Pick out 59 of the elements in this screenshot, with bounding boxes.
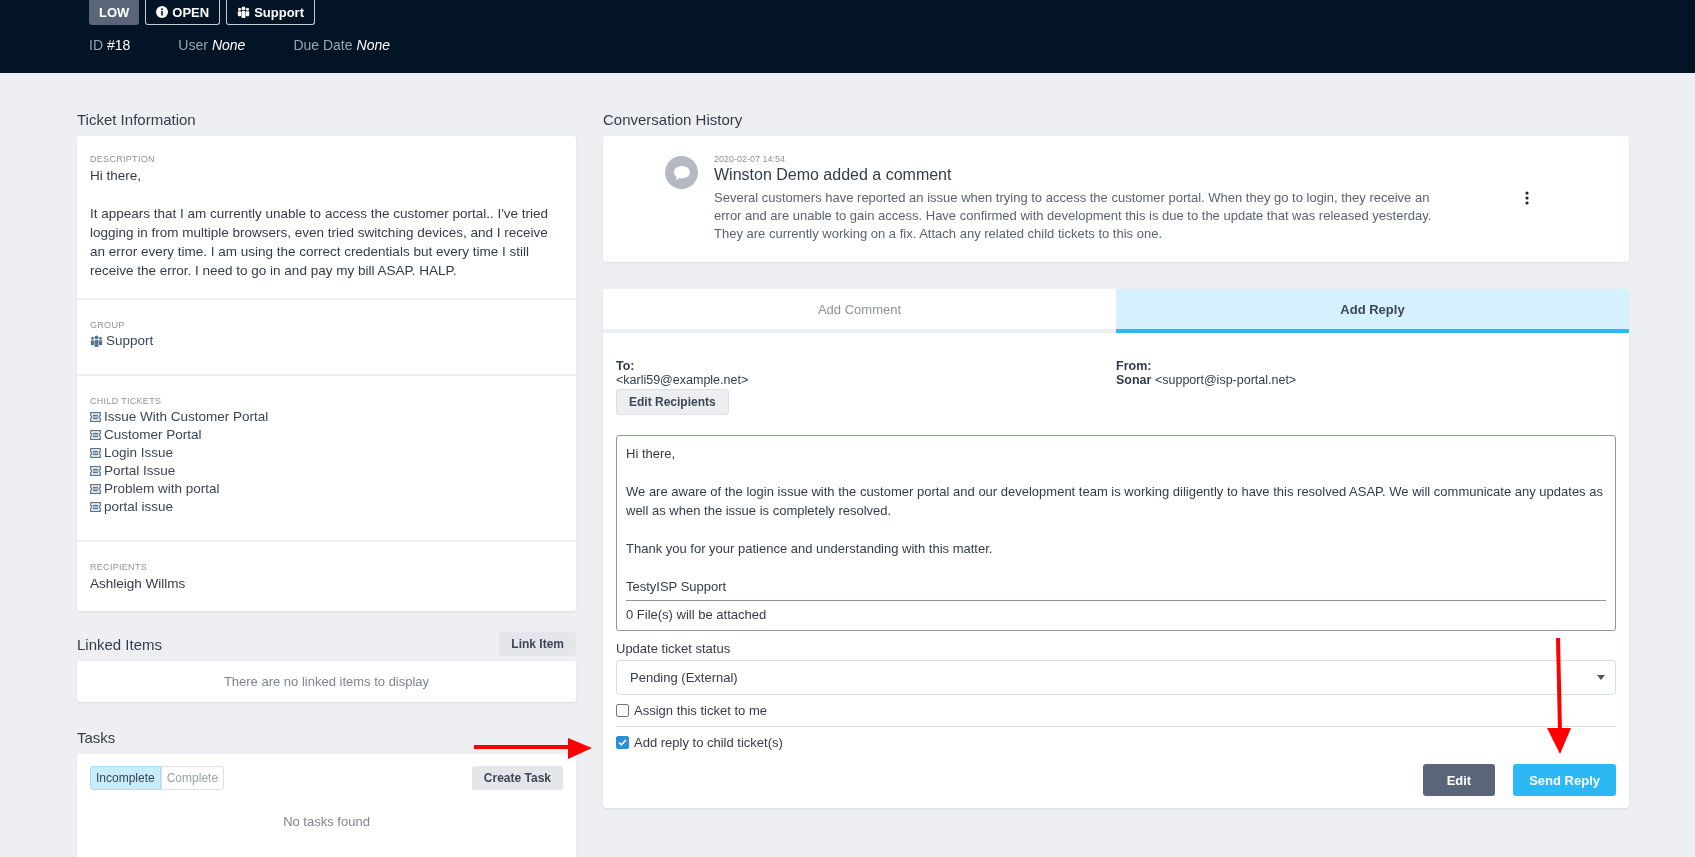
recipient-name: Ashleigh Willms bbox=[90, 575, 187, 593]
comment-title: Winston Demo added a comment bbox=[714, 166, 953, 184]
child-ticket-link[interactable]: portal issue bbox=[104, 498, 174, 516]
ticket-icon bbox=[90, 484, 101, 494]
group-icon bbox=[90, 335, 103, 347]
group-badge: Support bbox=[226, 0, 315, 25]
checkbox-label: Add reply to child ticket(s) bbox=[634, 735, 783, 750]
group-icon bbox=[237, 6, 251, 18]
status-label: Update ticket status bbox=[616, 641, 732, 656]
section-title: Conversation History bbox=[603, 110, 743, 128]
to-address: <karli59@example.net> bbox=[616, 373, 750, 387]
field-label: RECIPIENTS bbox=[90, 562, 148, 572]
child-ticket-link[interactable]: Issue With Customer Portal bbox=[104, 408, 269, 426]
child-ticket-link[interactable]: Customer Portal bbox=[104, 426, 202, 444]
task-filter-tab[interactable]: Incomplete bbox=[90, 766, 161, 790]
info-icon bbox=[156, 6, 169, 18]
ticket-icon bbox=[90, 502, 101, 512]
comment-time: 2020-02-07 14:54 bbox=[714, 154, 787, 164]
from-label: From: bbox=[1116, 359, 1153, 373]
group-name: Support bbox=[106, 332, 154, 350]
description-text: Hi there, It appears that I am currently unable to access the customer portal.. I've tried logging in from multiple browsers, even tried switching devices, and I receive an error every time. I am using the correct credentials but every time I still receive the error. I need to go in and pay my bill ASAP. HALP. bbox=[90, 167, 550, 280]
attachment-note: 0 File(s) will be attached bbox=[626, 606, 768, 622]
child-ticket-link[interactable]: Portal Issue bbox=[104, 462, 176, 480]
child-ticket-link[interactable]: Problem with portal bbox=[104, 480, 220, 498]
to-label: To: bbox=[616, 359, 636, 373]
reply-tab[interactable]: Add Reply bbox=[1116, 289, 1629, 333]
edit-button[interactable]: Edit bbox=[1422, 764, 1496, 796]
section-title: Tasks bbox=[77, 728, 116, 746]
status-badge: OPEN bbox=[145, 0, 221, 25]
field-label: DESCRIPTION bbox=[90, 154, 156, 164]
meta-field: User None bbox=[178, 37, 246, 53]
field-label: GROUP bbox=[90, 320, 126, 330]
ticket-icon bbox=[90, 466, 101, 476]
meta-field: Due Date None bbox=[293, 37, 390, 53]
create-task-button[interactable]: Create Task bbox=[471, 766, 563, 790]
meta-field: ID #18 bbox=[89, 37, 131, 53]
message-text: Hi there, We are aware of the login issue with the customer portal and our development team is working diligently to have this resolved ASAP. We will communicate any updates as well as when the issue is completely resolved. Thank you for your patience and understanding with this matter. TestyISP Support bbox=[626, 444, 1606, 601]
child-ticket-link[interactable]: Login Issue bbox=[104, 444, 174, 462]
from-address: Sonar <support@isp-portal.net> bbox=[1116, 373, 1298, 387]
empty-message: No tasks found bbox=[282, 813, 371, 831]
more-options-icon[interactable] bbox=[1523, 189, 1531, 207]
comment-text: Several customers have reported an issue when trying to access the customer portal. When they go to login, they receive an error and are unable to gain access. Have confirmed with development this is due to the update that was released yesterday. They are currently working on a fix. Attach any related child tickets to this one. bbox=[714, 189, 1433, 243]
message-field[interactable] bbox=[616, 435, 1616, 631]
comment-avatar-icon bbox=[665, 156, 698, 189]
checkbox-label: Assign this ticket to me bbox=[634, 703, 767, 718]
field-label: CHILD TICKETS bbox=[90, 396, 163, 406]
empty-message: There are no linked items to display bbox=[222, 673, 431, 691]
ticket-icon bbox=[90, 430, 101, 440]
checkbox[interactable] bbox=[616, 704, 629, 717]
edit-recipients-button[interactable]: Edit Recipients bbox=[616, 389, 729, 415]
link-item-button[interactable]: Link Item bbox=[499, 632, 576, 656]
ticket-icon bbox=[90, 412, 101, 422]
dropdown-caret-icon bbox=[1597, 675, 1605, 680]
checkbox[interactable] bbox=[616, 736, 629, 749]
section-title: Linked Items bbox=[77, 635, 163, 653]
ticket-icon bbox=[90, 448, 101, 458]
status-select[interactable]: Pending (External) bbox=[616, 660, 1616, 695]
section-title: Ticket Information bbox=[77, 110, 196, 128]
priority-badge: LOW bbox=[89, 0, 140, 25]
